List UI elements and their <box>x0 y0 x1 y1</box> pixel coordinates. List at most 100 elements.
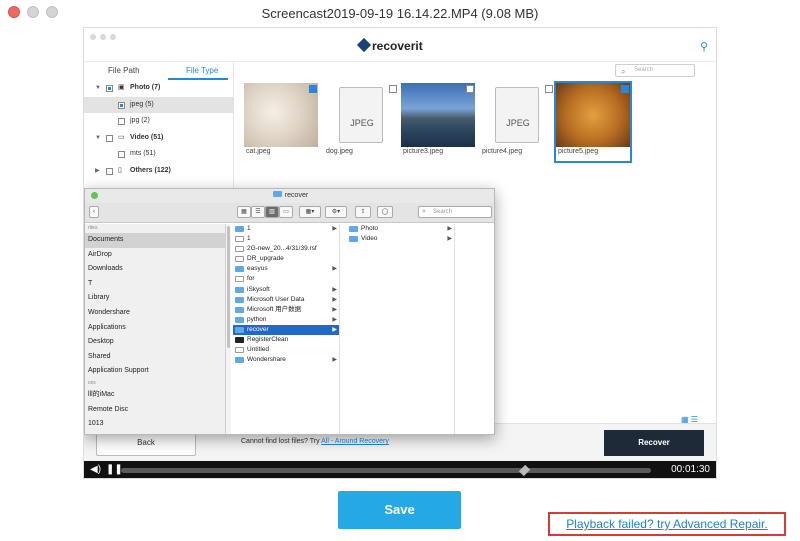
thumbnail-item[interactable]: cat.jpeg <box>244 83 318 161</box>
list-view-button[interactable]: ☰ <box>251 206 265 218</box>
thumbnail-checkbox[interactable] <box>389 85 397 93</box>
progress-knob[interactable] <box>518 464 530 477</box>
save-button[interactable]: Save <box>338 491 461 529</box>
jpg-checkbox[interactable] <box>118 118 125 125</box>
chevron-right-icon: ▶ <box>332 326 337 333</box>
chevron-right-icon: ▶ <box>332 357 337 364</box>
tree-item-mts[interactable]: mts (51) <box>84 146 234 163</box>
finder-row-label: 2G-new_20...4/31/39.rsf <box>247 245 317 253</box>
sidebar-item[interactable]: Downloads <box>85 262 225 277</box>
thumbnail-caption: picture3.jpeg <box>403 148 444 155</box>
thumbnail-checkbox[interactable] <box>621 85 629 93</box>
video-checkbox[interactable] <box>106 134 113 142</box>
back-nav-icon[interactable]: ‹ <box>89 206 99 218</box>
chevron-right-icon: ▶ <box>447 236 452 243</box>
tab-file-path[interactable]: File Path <box>108 66 140 75</box>
sidebar-item[interactable]: Shared <box>85 350 225 365</box>
harbor-photo <box>401 83 475 147</box>
sidebar-item[interactable]: 1013 <box>85 417 225 432</box>
finder-row-label: for <box>247 275 255 283</box>
tree-item-photo[interactable]: ▼ ▣ Photo (7) <box>84 80 234 97</box>
thumbnail-grid: cat.jpeg JPEG dog.jpeg picture3.jpeg JPE… <box>244 81 714 163</box>
chevron-right-icon: ▶ <box>447 226 452 232</box>
tag-icon[interactable]: ◯ <box>377 206 393 218</box>
thumbnail-item[interactable]: JPEG picture4.jpeg <box>480 83 554 161</box>
column-view-button[interactable]: ▥ <box>265 206 279 218</box>
tree-item-video[interactable]: ▼ ▭ Video (51) <box>84 130 234 147</box>
thumbnail-item[interactable]: JPEG dog.jpeg <box>324 83 398 161</box>
finder-zoom-dot[interactable] <box>91 192 98 199</box>
finder-sidebar-scrollbar[interactable] <box>226 224 231 434</box>
volume-icon[interactable]: ◀) <box>90 464 101 475</box>
finder-row[interactable]: 1 ▶ <box>233 224 339 234</box>
sidebar-item[interactable]: AirDrop <box>85 248 225 263</box>
chevron-down-icon[interactable]: ▼ <box>95 80 101 97</box>
thumbnail-item[interactable]: picture5.jpeg <box>554 81 632 163</box>
finder-row-label: recover <box>247 325 269 333</box>
key-icon[interactable]: ⚲ <box>700 40 708 53</box>
finder-row[interactable]: recover ▶ <box>233 324 339 336</box>
finder-row[interactable]: DR_upgrade <box>233 254 339 264</box>
tab-file-type[interactable]: File Type <box>186 66 218 75</box>
chevron-right-icon: ▶ <box>332 266 337 273</box>
sidebar-item[interactable]: lll的iMac <box>85 388 225 403</box>
finder-row[interactable]: python ▶ <box>233 315 339 325</box>
scrollbar-thumb[interactable] <box>227 226 230 348</box>
finder-column-2: Photo ▶ Video ▶ <box>347 224 455 434</box>
finder-row[interactable]: iSkysoft ▶ <box>233 285 339 295</box>
icon-view-button[interactable]: ▦ <box>237 206 251 218</box>
mts-checkbox[interactable] <box>118 151 125 158</box>
recover-button[interactable]: Recover <box>604 430 704 456</box>
finder-row[interactable]: Microsoft User Data ▶ <box>233 295 339 305</box>
finder-search-input[interactable]: ⌕ Search <box>418 206 492 218</box>
finder-row-label: easyus <box>247 265 268 273</box>
sidebar-item[interactable]: Desktop <box>85 335 225 350</box>
search-input[interactable]: ⌕ Search <box>615 64 695 77</box>
video-icon: ▭ <box>118 133 125 141</box>
sidebar-item[interactable]: Remote Disc <box>85 403 225 418</box>
video-frame[interactable]: recoverit ⚲ File Path File Type ▼ ▣ Phot… <box>83 27 717 479</box>
thumbnail-item[interactable]: picture3.jpeg <box>401 83 475 161</box>
folder-icon <box>235 316 244 323</box>
sidebar-item[interactable]: Wondershare <box>85 306 225 321</box>
finder-row[interactable]: Wondershare ▶ <box>233 355 339 365</box>
thumbnail-checkbox[interactable] <box>545 85 553 93</box>
thumbnail-checkbox[interactable] <box>466 85 474 93</box>
file-icon <box>235 246 244 253</box>
finder-row[interactable]: 2G-new_20...4/31/39.rsf <box>233 244 339 254</box>
all-around-recovery-link[interactable]: All - Around Recovery <box>321 438 389 445</box>
photo-checkbox[interactable] <box>106 85 113 92</box>
sidebar-item[interactable]: Application Support <box>85 364 225 379</box>
thumbnail-checkbox[interactable] <box>309 85 317 93</box>
tree-item-others[interactable]: ▶ ▯ Others (122) <box>84 163 234 180</box>
finder-row[interactable]: Microsoft 用户数据 ▶ <box>233 305 339 315</box>
sidebar-item[interactable]: Library <box>85 291 225 306</box>
finder-row[interactable]: 1 <box>233 234 339 244</box>
group-menu-button[interactable]: ▦▾ <box>299 206 321 218</box>
finder-row-label: Microsoft 用户数据 <box>247 305 302 313</box>
advanced-repair-link[interactable]: Playback failed? try Advanced Repair. <box>548 512 786 536</box>
tree-item-label: Photo (7) <box>130 84 161 91</box>
tree-item-jpg[interactable]: jpg (2) <box>84 113 234 130</box>
chevron-right-icon[interactable]: ▶ <box>95 163 100 180</box>
finder-row[interactable]: easyus ▶ <box>233 264 339 274</box>
sidebar-item[interactable]: Documents <box>85 233 225 248</box>
progress-track[interactable] <box>121 468 651 473</box>
gallery-view-button[interactable]: ▭ <box>279 206 293 218</box>
finder-row[interactable]: RegisterClean <box>233 335 339 345</box>
others-checkbox[interactable] <box>106 167 113 175</box>
finder-row[interactable]: Video ▶ <box>347 234 454 244</box>
chevron-down-icon[interactable]: ▼ <box>95 130 101 147</box>
share-icon[interactable]: ⇪ <box>355 206 371 218</box>
finder-row[interactable]: Photo ▶ <box>347 224 454 234</box>
sidebar-item[interactable]: T <box>85 277 225 292</box>
finder-row[interactable]: Untitled <box>233 345 339 355</box>
recoverit-logo-icon <box>356 37 372 53</box>
sidebar-item[interactable]: Applications <box>85 321 225 336</box>
folder-icon <box>349 226 358 232</box>
jpeg-checkbox[interactable] <box>118 101 125 109</box>
tree-item-jpeg[interactable]: jpeg (5) <box>84 96 234 113</box>
chevron-right-icon: ▶ <box>332 296 337 303</box>
gear-icon[interactable]: ⚙▾ <box>325 206 347 218</box>
finder-row[interactable]: for <box>233 274 339 284</box>
